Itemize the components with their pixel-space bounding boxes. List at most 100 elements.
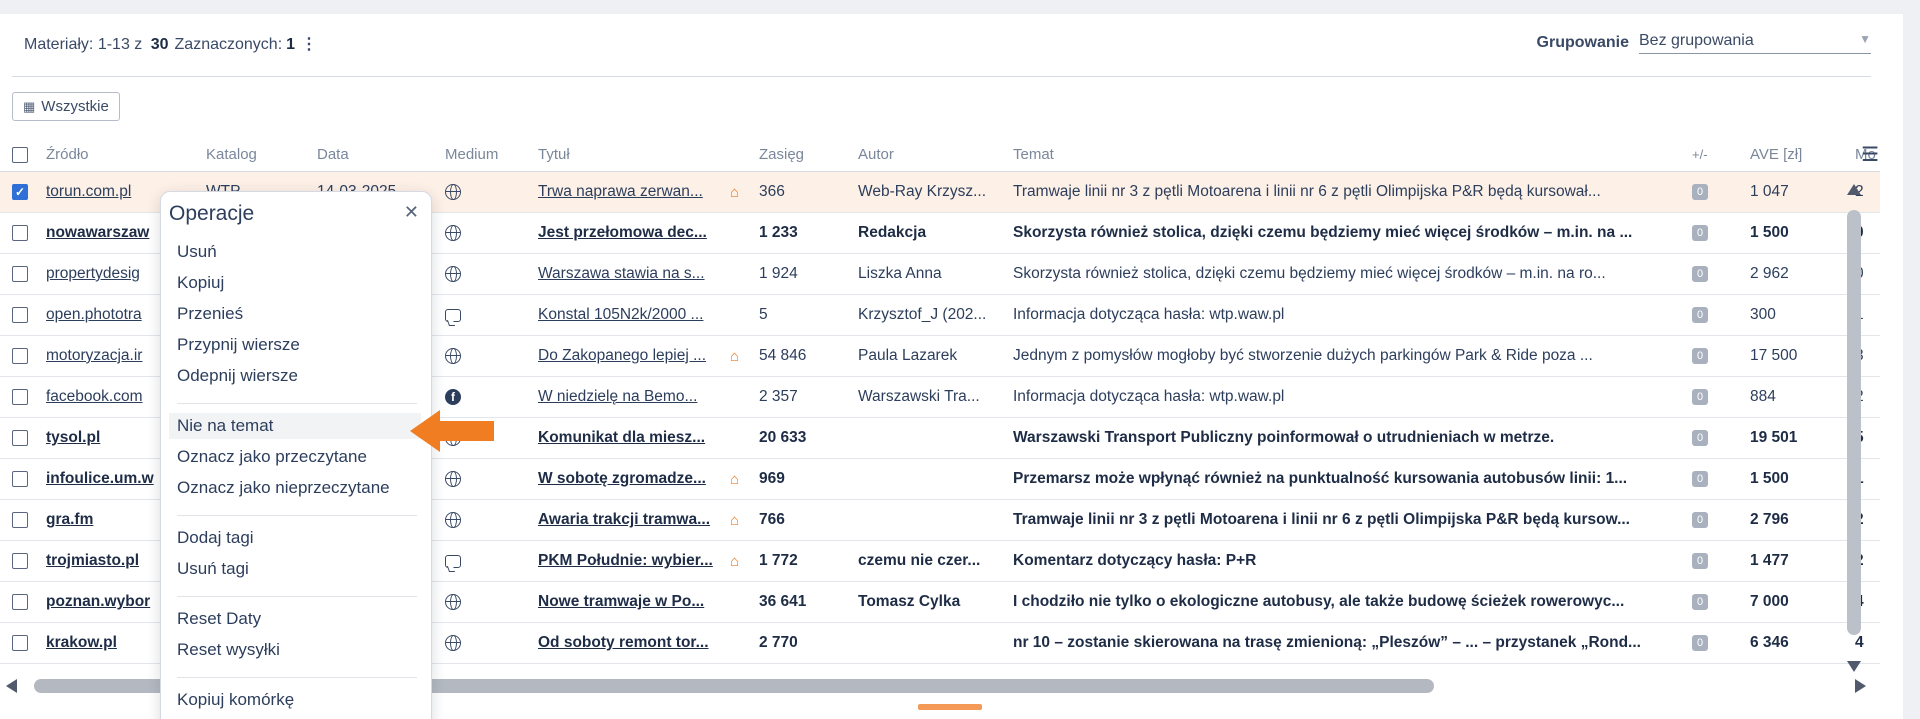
menu-item-przypnij-wiersze[interactable]: Przypnij wiersze — [177, 332, 417, 358]
source-link[interactable]: gra.fm — [46, 500, 166, 540]
title-link[interactable]: Warszawa stawia na s... — [538, 254, 736, 294]
grouping-control: Grupowanie Bez grupowania ▼ — [1537, 32, 1871, 54]
plusminus-badge: 0 — [1692, 459, 1716, 499]
row-checkbox[interactable] — [12, 582, 30, 622]
menu-item-reset-daty[interactable]: Reset Daty — [177, 606, 417, 632]
source-link[interactable]: open.phototra — [46, 295, 166, 335]
column-header-ave[interactable]: AVE [zł] — [1750, 138, 1850, 171]
menu-item-reset-wysyłki[interactable]: Reset wysyłki — [177, 637, 417, 663]
globe-icon — [445, 594, 461, 610]
operations-popup: Operacje ✕ Usuń Kopiuj Przenieś Przypnij wi… — [160, 191, 432, 719]
column-header-medium[interactable]: Medium — [445, 138, 515, 171]
plusminus-badge: 0 — [1692, 541, 1716, 581]
column-header-author[interactable]: Autor — [858, 138, 988, 171]
home-icon: ⌂ — [730, 552, 740, 570]
topic-cell: Tramwaje linii nr 3 z pętli Motoarena i … — [1013, 183, 1601, 200]
resize-handle[interactable] — [918, 704, 982, 710]
home-icon: ⌂ — [730, 511, 740, 529]
select-all-checkbox[interactable] — [12, 138, 30, 171]
source-link[interactable]: motoryzacja.ir — [46, 336, 166, 376]
row-checkbox[interactable] — [12, 541, 30, 581]
chevron-down-icon: ▼ — [1859, 32, 1871, 46]
author-cell: Redakcja — [858, 224, 927, 241]
author-cell: Web-Ray Krzysz... — [858, 183, 987, 200]
ave-cell: 17 500 — [1750, 347, 1798, 364]
title-link[interactable]: Nowe tramwaje w Po... — [538, 582, 736, 622]
source-link[interactable]: tysol.pl — [46, 418, 166, 458]
source-link[interactable]: poznan.wybor — [46, 582, 166, 622]
scroll-left-icon[interactable] — [6, 679, 17, 693]
menu-divider — [177, 596, 417, 597]
source-link[interactable]: trojmiasto.pl — [46, 541, 166, 581]
title-link[interactable]: Od soboty remont tor... — [538, 623, 736, 663]
column-header-reach[interactable]: Zasięg — [759, 138, 849, 171]
medium-cell — [445, 541, 515, 581]
close-icon[interactable]: ✕ — [404, 202, 419, 223]
scroll-down-icon[interactable] — [1847, 661, 1861, 672]
column-header-topic[interactable]: Temat — [1013, 138, 1678, 171]
menu-item-odepnij-wiersze[interactable]: Odepnij wiersze — [177, 363, 417, 389]
globe-icon — [445, 225, 461, 241]
menu-item-oznacz-jako-przeczytane[interactable]: Oznacz jako przeczytane — [177, 444, 417, 470]
column-header-source[interactable]: Źródło — [46, 138, 166, 171]
column-header-plusminus[interactable]: +/- — [1692, 138, 1716, 171]
vertical-scroll-thumb[interactable] — [1847, 210, 1861, 635]
column-header-catalog[interactable]: Katalog — [206, 138, 306, 171]
source-link[interactable]: propertydesig — [46, 254, 166, 294]
comment-icon — [445, 554, 461, 568]
row-checkbox[interactable]: ✓ — [12, 172, 30, 212]
row-checkbox[interactable] — [12, 377, 30, 417]
row-checkbox[interactable] — [12, 500, 30, 540]
row-checkbox[interactable] — [12, 459, 30, 499]
column-menu-icon[interactable]: ☰ — [1861, 142, 1879, 167]
row-checkbox[interactable] — [12, 623, 30, 663]
title-link[interactable]: Komunikat dla miesz... — [538, 418, 736, 458]
title-link[interactable]: Konstal 105N2k/2000 ... — [538, 295, 736, 335]
author-cell: Paula Lazarek — [858, 347, 958, 364]
plusminus-badge: 0 — [1692, 500, 1716, 540]
source-link[interactable]: infoulice.um.w — [46, 459, 166, 499]
scroll-up-icon[interactable] — [1847, 184, 1861, 195]
grouping-select[interactable]: Bez grupowania ▼ — [1639, 32, 1871, 54]
source-link[interactable]: krakow.pl — [46, 623, 166, 663]
plusminus-badge: 0 — [1692, 418, 1716, 458]
source-link[interactable]: torun.com.pl — [46, 172, 166, 212]
more-options-icon[interactable]: ⋮ — [301, 37, 317, 53]
source-link[interactable]: facebook.com — [46, 377, 166, 417]
row-checkbox[interactable] — [12, 254, 30, 294]
arrow-pointer-icon — [410, 410, 494, 452]
title-link[interactable]: Jest przełomowa dec... — [538, 213, 736, 253]
row-checkbox[interactable] — [12, 213, 30, 253]
column-header-title[interactable]: Tytuł — [538, 138, 736, 171]
menu-item-oznacz-jako-nieprzeczytane[interactable]: Oznacz jako nieprzeczytane — [177, 475, 417, 501]
title-link[interactable]: Awaria trakcji tramwa... — [538, 500, 736, 540]
menu-item-nie-na-temat[interactable]: Nie na temat — [169, 413, 421, 439]
menu-item-usuń[interactable]: Usuń — [177, 239, 417, 265]
title-link[interactable]: W niedzielę na Bemo... — [538, 377, 736, 417]
column-header-date[interactable]: Data — [317, 138, 437, 171]
title-link[interactable]: Do Zakopanego lepiej ... — [538, 336, 736, 376]
menu-item-kopiuj-komórkę[interactable]: Kopiuj komórkę — [177, 687, 417, 713]
plusminus-badge: 0 — [1692, 213, 1716, 253]
menu-item-usuń-tagi[interactable]: Usuń tagi — [177, 556, 417, 582]
menu-item-przenieś[interactable]: Przenieś — [177, 301, 417, 327]
medium-cell — [445, 336, 515, 376]
topic-cell: nr 10 – zostanie skierowana na trasę zmi… — [1013, 634, 1641, 651]
title-link[interactable]: W sobotę zgromadze... — [538, 459, 736, 499]
vertical-scrollbar[interactable] — [1846, 184, 1862, 672]
row-checkbox[interactable] — [12, 336, 30, 376]
grid-icon: ▦ — [23, 98, 36, 114]
all-button[interactable]: ▦ Wszystkie — [12, 92, 120, 121]
plusminus-badge: 0 — [1692, 623, 1716, 663]
row-checkbox[interactable] — [12, 418, 30, 458]
menu-item-kopiuj[interactable]: Kopiuj — [177, 270, 417, 296]
all-button-label: Wszystkie — [41, 98, 109, 115]
plusminus-badge: 0 — [1692, 377, 1716, 417]
row-checkbox[interactable] — [12, 295, 30, 335]
menu-item-dodaj-tagi[interactable]: Dodaj tagi — [177, 525, 417, 551]
globe-icon — [445, 348, 461, 364]
title-link[interactable]: Trwa naprawa zerwan... — [538, 172, 736, 212]
scroll-right-icon[interactable] — [1855, 679, 1866, 693]
source-link[interactable]: nowawarszaw — [46, 213, 166, 253]
title-link[interactable]: PKM Południe: wybier... — [538, 541, 736, 581]
